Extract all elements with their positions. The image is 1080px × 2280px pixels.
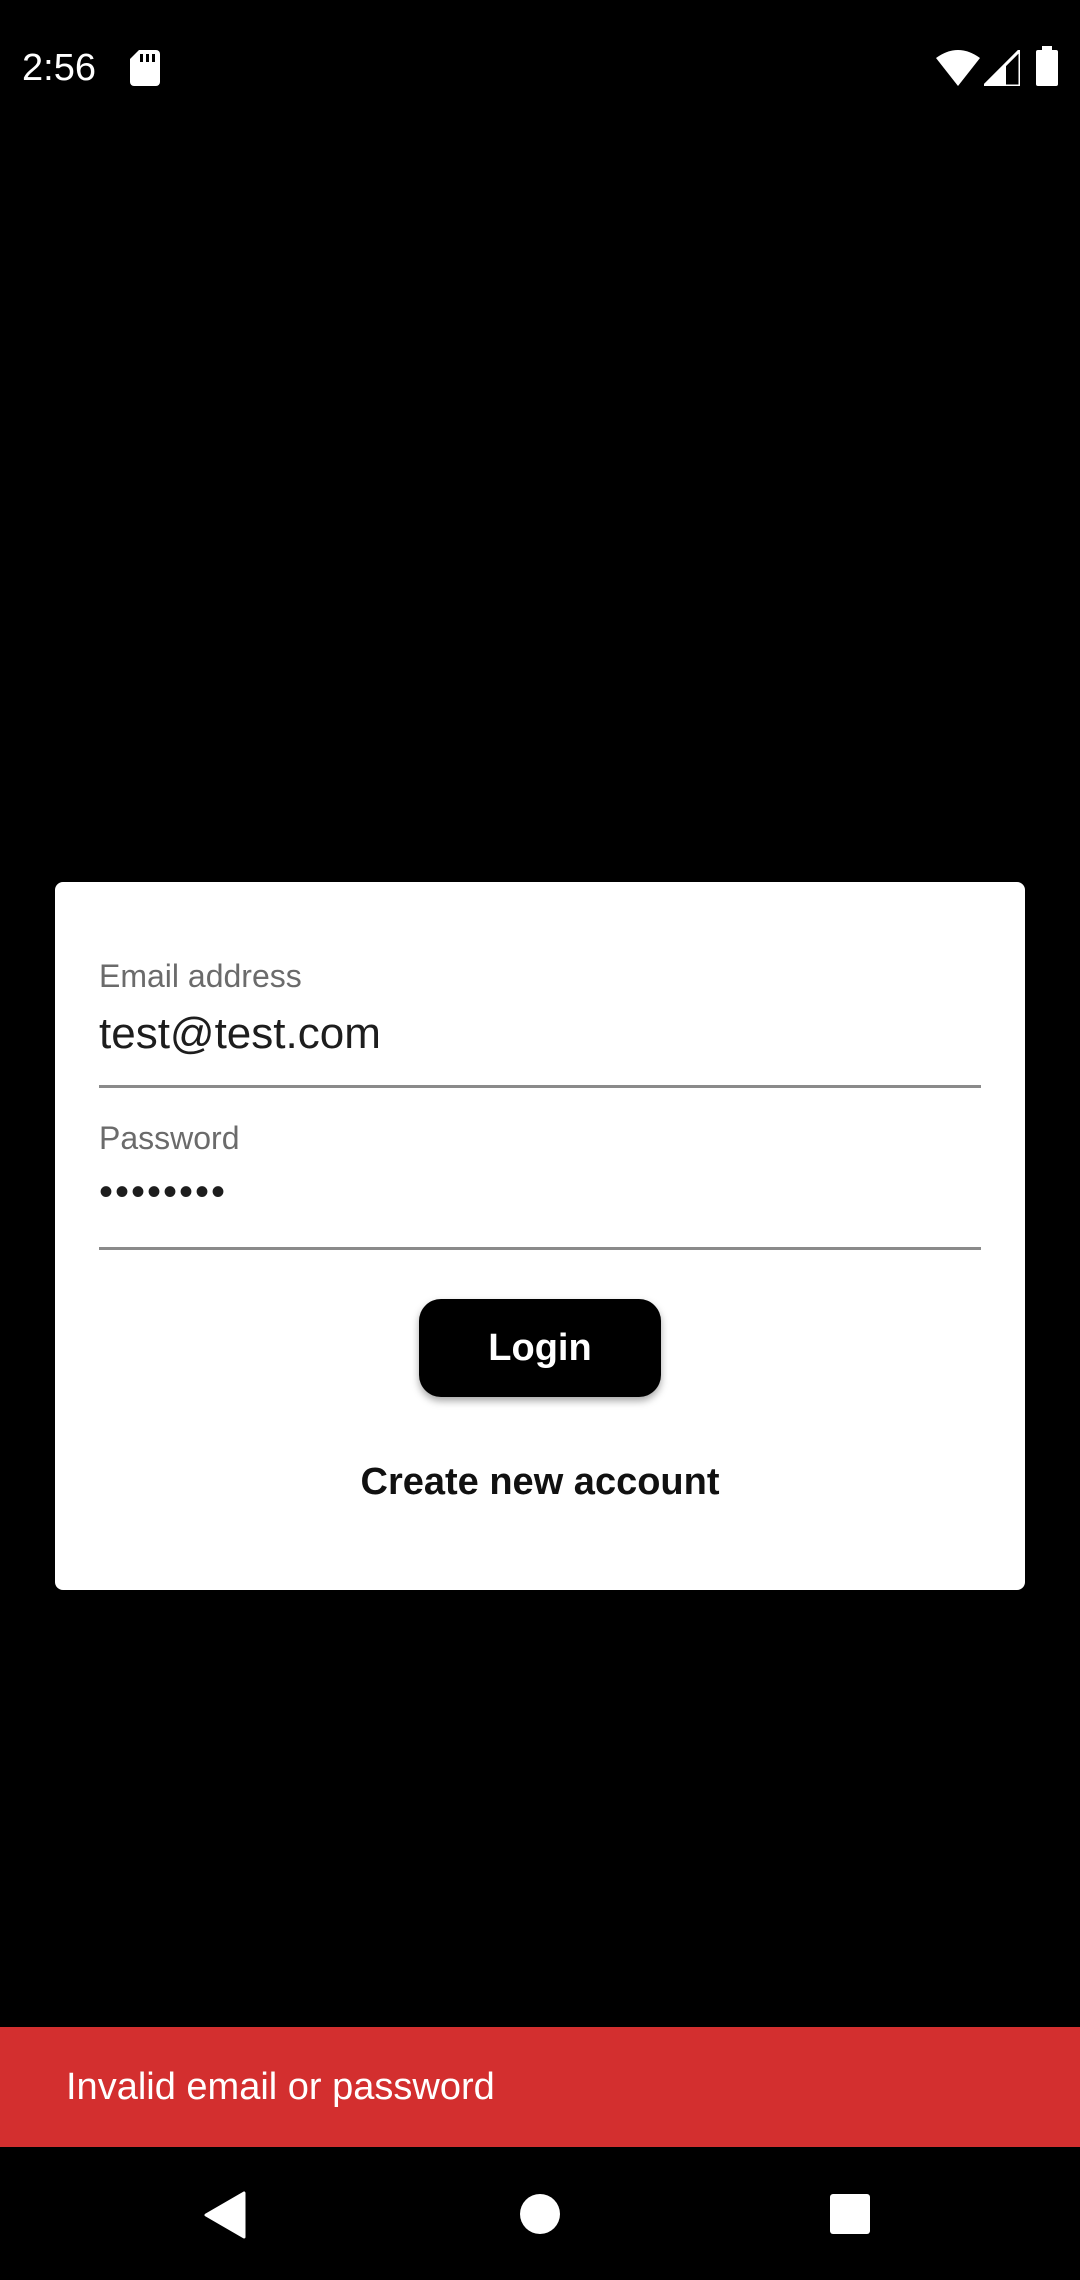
recents-icon[interactable]	[829, 2193, 871, 2235]
password-underline	[99, 1247, 981, 1250]
login-card: Email address test@test.com Password •••…	[55, 882, 1025, 1590]
battery-icon	[1036, 46, 1058, 86]
cellular-signal-icon	[984, 50, 1020, 86]
password-field[interactable]: Password ••••••••	[99, 1118, 981, 1250]
snackbar-message: Invalid email or password	[66, 2066, 495, 2108]
email-underline	[99, 1085, 981, 1088]
email-field[interactable]: Email address test@test.com	[99, 956, 981, 1088]
wifi-icon	[936, 50, 980, 86]
password-label: Password	[99, 1120, 240, 1156]
email-input[interactable]: test@test.com	[99, 1006, 981, 1062]
error-snackbar: Invalid email or password	[0, 2027, 1080, 2147]
login-screen: 2:56 Email address test@test.com Passwor…	[0, 0, 1080, 2280]
navigation-bar	[0, 2147, 1080, 2280]
home-icon[interactable]	[519, 2193, 561, 2235]
status-time: 2:56	[22, 47, 96, 89]
create-account-button[interactable]: Create new account	[340, 1452, 740, 1512]
login-button[interactable]: Login	[419, 1299, 661, 1397]
back-icon[interactable]	[204, 2191, 248, 2239]
email-label: Email address	[99, 958, 302, 994]
status-bar: 2:56	[0, 0, 1080, 136]
sd-card-icon	[130, 50, 160, 86]
password-input[interactable]: ••••••••	[99, 1164, 981, 1220]
